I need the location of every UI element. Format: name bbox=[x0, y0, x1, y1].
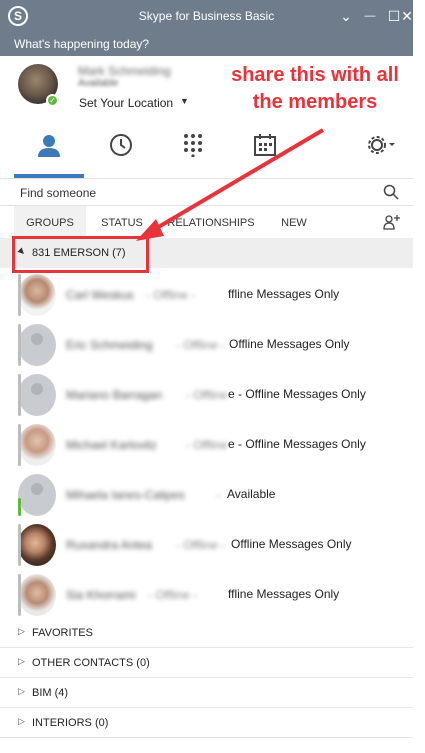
contact-status: Offline Messages Only bbox=[229, 337, 350, 351]
options-button[interactable] bbox=[354, 116, 410, 174]
contact-status: e - Offline Messages Only bbox=[228, 437, 366, 451]
view-tabs: GROUPS STATUS RELATIONSHIPS NEW bbox=[0, 206, 413, 238]
contact-row[interactable]: Ruxandra Antea - Offline - Offline Messa… bbox=[0, 520, 413, 570]
contact-row[interactable]: Eric Schmeiding - Offline - Offline Mess… bbox=[0, 320, 413, 370]
contact-status: ffline Messages Only bbox=[228, 587, 340, 601]
contact-status: Offline Messages Only bbox=[231, 537, 352, 551]
collapsed-triangle-icon: ▷ bbox=[18, 656, 25, 666]
meetings-tab[interactable] bbox=[230, 116, 300, 174]
group-label: BIM (4) bbox=[32, 687, 69, 699]
contact-row[interactable]: Mariano Barragan - Offline e - Offline M… bbox=[0, 370, 413, 420]
group-bim[interactable]: ▷ BIM (4) bbox=[0, 678, 413, 708]
contact-separator: - Offline - bbox=[176, 338, 226, 352]
tab-groups[interactable]: GROUPS bbox=[14, 206, 86, 238]
contact-row[interactable]: Michael Karlovitz - Offline e - Offline … bbox=[0, 420, 413, 470]
contact-separator: - Offline - bbox=[176, 538, 226, 552]
presence-available-icon: ✓ bbox=[46, 94, 59, 107]
annotation-text: share this with all the members bbox=[231, 64, 399, 113]
contact-separator: - Offline bbox=[186, 438, 228, 452]
contact-status: e - Offline Messages Only bbox=[228, 387, 366, 401]
presence-bar bbox=[18, 274, 21, 316]
avatar bbox=[18, 524, 56, 566]
profile-name: Mark Schmeiding bbox=[78, 64, 171, 78]
presence-bar bbox=[18, 524, 21, 566]
contact-row[interactable]: Mihaela Ianes-Calipes - Available bbox=[0, 470, 413, 520]
group-label: FAVORITES bbox=[32, 627, 93, 639]
presence-bar bbox=[18, 574, 21, 616]
contact-separator: - bbox=[216, 488, 220, 502]
contact-separator: - Offline bbox=[186, 388, 228, 402]
close-button[interactable]: ✕ bbox=[400, 6, 414, 26]
contact-name: Mihaela Ianes-Calipes bbox=[66, 488, 185, 502]
chevron-down-icon[interactable]: ⌄ bbox=[336, 6, 356, 26]
contact-separator: - Offline - bbox=[146, 288, 196, 302]
set-location[interactable]: Set Your Location bbox=[79, 96, 173, 110]
contact-row[interactable]: Sia Khorrami - Offline - ffline Messages… bbox=[0, 570, 413, 620]
presence-bar bbox=[18, 424, 21, 466]
group-interiors[interactable]: ▷ INTERIORS (0) bbox=[0, 708, 413, 738]
group-label: OTHER CONTACTS (0) bbox=[32, 657, 150, 669]
annotation-highlight-box bbox=[12, 236, 149, 273]
contact-name: Carl Weskus bbox=[66, 288, 134, 302]
add-contact-icon[interactable] bbox=[383, 214, 401, 230]
search-icon[interactable] bbox=[383, 184, 399, 200]
contact-status: Available bbox=[227, 487, 276, 501]
calendar-icon bbox=[254, 134, 276, 156]
collapsed-triangle-icon: ▷ bbox=[18, 626, 25, 636]
contacts-icon bbox=[38, 135, 60, 157]
contact-row[interactable]: Carl Weskus - Offline - ffline Messages … bbox=[0, 270, 413, 320]
history-icon bbox=[110, 134, 132, 156]
dialpad-tab[interactable] bbox=[158, 116, 228, 174]
avatar bbox=[18, 274, 56, 316]
contact-list: Carl Weskus - Offline - ffline Messages … bbox=[0, 270, 413, 620]
search-input[interactable] bbox=[20, 183, 360, 203]
presence-bar bbox=[18, 498, 21, 516]
title-bar: S Skype for Business Basic ⌄ — ☐ ✕ bbox=[0, 0, 413, 32]
search-bar bbox=[0, 178, 413, 206]
dialpad-icon bbox=[184, 134, 202, 157]
main-toolbar bbox=[0, 116, 413, 178]
presence-bar bbox=[18, 324, 21, 366]
group-favorites[interactable]: ▷ FAVORITES bbox=[0, 618, 413, 648]
tab-status[interactable]: STATUS bbox=[98, 206, 146, 238]
history-tab[interactable] bbox=[86, 116, 156, 174]
gear-icon bbox=[368, 136, 395, 154]
avatar bbox=[18, 324, 56, 366]
avatar bbox=[18, 374, 56, 416]
caret-down-icon[interactable]: ▼ bbox=[180, 96, 189, 106]
avatar bbox=[18, 574, 56, 616]
minimize-button[interactable]: — bbox=[360, 6, 380, 26]
contact-status: ffline Messages Only bbox=[228, 287, 340, 301]
whats-happening-note[interactable]: What's happening today? bbox=[0, 32, 413, 63]
group-other-contacts[interactable]: ▷ OTHER CONTACTS (0) bbox=[0, 648, 413, 678]
tab-relationships[interactable]: RELATIONSHIPS bbox=[164, 206, 258, 238]
avatar bbox=[18, 424, 56, 466]
collapsed-triangle-icon: ▷ bbox=[18, 686, 25, 696]
contacts-tab[interactable] bbox=[14, 116, 84, 178]
contact-separator: - Offline - bbox=[148, 588, 198, 602]
presence-bar bbox=[18, 374, 21, 416]
avatar bbox=[18, 474, 56, 516]
tab-new[interactable]: NEW bbox=[276, 206, 312, 238]
contact-name: Ruxandra Antea bbox=[66, 538, 153, 552]
collapsed-triangle-icon: ▷ bbox=[18, 716, 25, 726]
contact-name: Sia Khorrami bbox=[66, 588, 136, 602]
contact-name: Mariano Barragan bbox=[66, 388, 163, 402]
contact-name: Eric Schmeiding bbox=[66, 338, 153, 352]
contact-name: Michael Karlovitz bbox=[66, 438, 157, 452]
profile-status[interactable]: Available bbox=[78, 78, 118, 89]
group-label: INTERIORS (0) bbox=[32, 717, 109, 729]
